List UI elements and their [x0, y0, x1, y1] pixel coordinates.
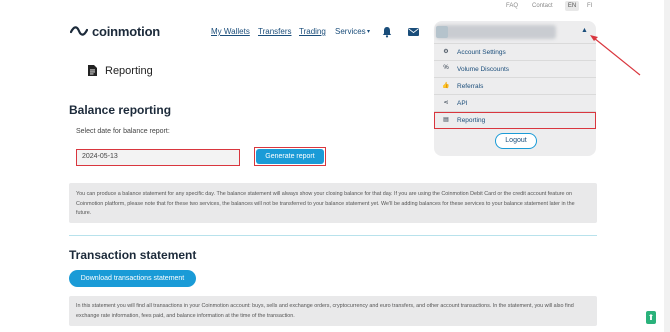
dropdown-item-account-settings[interactable]: ⚙ Account Settings	[434, 45, 596, 60]
contact-link[interactable]: Contact	[532, 3, 553, 9]
faq-link[interactable]: FAQ	[506, 3, 518, 9]
language-en-button[interactable]: EN	[565, 1, 579, 11]
transaction-statement-heading: Transaction statement	[69, 248, 197, 262]
avatar	[436, 26, 448, 38]
download-transactions-button[interactable]: Download transactions statement	[69, 270, 196, 287]
dropdown-divider	[434, 60, 596, 61]
dropdown-divider	[434, 43, 596, 44]
brand-logo[interactable]: coinmotion	[70, 23, 161, 39]
dropdown-item-api[interactable]: ⋖ API	[434, 96, 596, 111]
brand-name: coinmotion	[92, 23, 161, 39]
dropdown-item-label: Volume Discounts	[457, 65, 510, 73]
thumbs-up-icon: 👍	[442, 83, 450, 89]
nav-my-wallets[interactable]: My Wallets	[211, 27, 250, 36]
caret-up-icon[interactable]: ▲	[581, 27, 588, 34]
bell-icon[interactable]	[381, 26, 393, 38]
reporting-highlight	[434, 112, 596, 129]
scroll-to-top-button[interactable]: ⬆	[646, 311, 656, 324]
scrollbar[interactable]	[664, 0, 670, 332]
generate-report-button[interactable]: Generate report	[256, 149, 324, 164]
balance-info-text: You can produce a balance statement for …	[69, 183, 597, 223]
nav-trading[interactable]: Trading	[299, 27, 326, 36]
dropdown-divider	[434, 94, 596, 95]
coinmotion-logo-icon	[70, 26, 88, 36]
top-bar: FAQ Contact EN FI	[0, 0, 670, 13]
section-divider	[69, 235, 597, 236]
share-icon: ⋖	[443, 100, 449, 106]
dropdown-item-label: API	[457, 99, 468, 107]
nav-transfers[interactable]: Transfers	[258, 27, 292, 36]
dropdown-item-label: Referrals	[457, 82, 484, 90]
dropdown-item-volume-discounts[interactable]: % Volume Discounts	[434, 62, 596, 77]
date-label: Select date for balance report:	[76, 128, 170, 135]
dropdown-item-label: Account Settings	[457, 48, 506, 56]
page-title: Reporting	[105, 65, 153, 77]
balance-reporting-heading: Balance reporting	[69, 103, 172, 117]
percent-icon: %	[443, 65, 449, 71]
language-fi-button[interactable]: FI	[587, 3, 592, 9]
dropdown-divider	[434, 77, 596, 78]
nav-services[interactable]: Services	[335, 27, 366, 36]
chevron-down-icon[interactable]: ▾	[367, 28, 370, 35]
document-icon	[88, 65, 97, 76]
dropdown-item-referrals[interactable]: 👍 Referrals	[434, 79, 596, 94]
account-name-blurred[interactable]	[436, 25, 556, 39]
transactions-info-text: In this statement you will find all tran…	[69, 296, 597, 326]
mail-icon[interactable]	[408, 28, 419, 36]
report-date-input[interactable]: 2024-05-13	[76, 149, 240, 166]
gear-icon: ⚙	[443, 49, 449, 55]
logout-button[interactable]: Logout	[495, 133, 537, 149]
